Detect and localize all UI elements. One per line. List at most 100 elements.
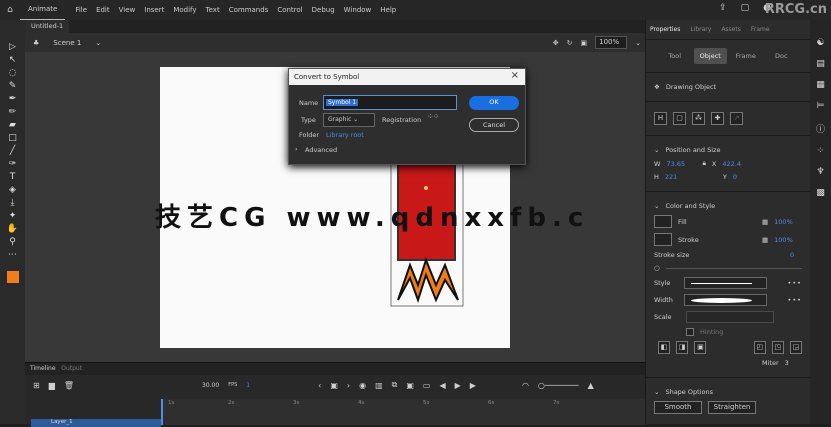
line-tool-icon[interactable]: ╱ [10, 146, 15, 156]
share-icon[interactable]: ⇪ [719, 3, 727, 13]
new-layer-icon[interactable]: ⊞ [33, 381, 40, 390]
segment-object[interactable]: Object [693, 48, 727, 64]
width-value[interactable]: 73.65 [666, 160, 696, 168]
menu-window[interactable]: Window [344, 6, 372, 14]
chevron-down-icon[interactable]: ⌄ [635, 39, 641, 47]
hinting-checkbox[interactable] [686, 328, 694, 336]
join-icon[interactable]: ◰ [753, 341, 766, 354]
flip-vertical-icon[interactable]: ▢ [673, 112, 686, 125]
frame-ruler[interactable]: 1s 2s 3s 4s 5s 6s 7s [161, 399, 645, 425]
menu-control[interactable]: Control [277, 6, 302, 14]
scene-name[interactable]: Scene 1 [53, 39, 81, 47]
layer-row[interactable]: Layer_1 [31, 419, 161, 427]
miter-value[interactable]: 3 [785, 359, 789, 367]
zoom-out-icon[interactable]: ◠ [522, 381, 529, 390]
more-icon[interactable]: ⋯ [8, 250, 17, 260]
app-tab[interactable]: Animate [20, 0, 66, 20]
selected-shape[interactable] [390, 160, 465, 310]
break-apart-icon[interactable]: ⁂ [692, 112, 705, 125]
menu-insert[interactable]: Insert [144, 6, 164, 14]
tab-output[interactable]: Output [61, 365, 82, 372]
pen-icon[interactable]: ✑ [9, 159, 17, 169]
type-select[interactable]: Graphic ⌄ [323, 113, 375, 127]
menu-debug[interactable]: Debug [312, 6, 335, 14]
name-input[interactable]: Symbol 1 [323, 95, 457, 110]
align-icon[interactable]: ▦ [816, 80, 825, 90]
eyedropper-icon[interactable]: ⤓ [11, 198, 15, 208]
keyframe-icon[interactable]: ▣ [330, 381, 338, 390]
menu-commands[interactable]: Commands [229, 6, 269, 14]
brush-tool-icon[interactable]: ✎ [9, 81, 17, 91]
center-stage-icon[interactable]: ✥ [553, 39, 559, 47]
flip-horizontal-icon[interactable]: H [654, 112, 667, 125]
tab-properties[interactable]: Properties [650, 26, 680, 33]
folder-icon[interactable]: ▆ [49, 381, 55, 390]
width-select[interactable] [684, 294, 768, 306]
scale-select[interactable] [686, 311, 774, 323]
color-icon[interactable]: ☯ [816, 38, 824, 48]
zoom-tool-icon[interactable]: ⚲ [9, 237, 16, 247]
height-value[interactable]: 221 [665, 173, 717, 181]
timeline-zoom-slider[interactable]: ○─────── [538, 381, 579, 390]
pin-icon[interactable]: ✦ [9, 211, 17, 221]
play-icon[interactable]: ▶ [455, 381, 461, 390]
loop-icon[interactable]: ▭ [423, 381, 431, 390]
edit-multiple-icon[interactable]: ▥ [375, 381, 383, 390]
chevron-down-icon[interactable]: ⌄ [95, 39, 101, 47]
playhead[interactable] [161, 399, 163, 425]
menu-edit[interactable]: Edit [96, 6, 110, 14]
menu-view[interactable]: View [119, 6, 136, 14]
fps-value[interactable]: 30.00 [202, 382, 219, 389]
y-value[interactable]: 0 [733, 173, 737, 181]
menu-text[interactable]: Text [206, 6, 220, 14]
stroke-size[interactable]: 0 [790, 251, 794, 259]
stroke-size-slider[interactable]: ○ [654, 264, 660, 272]
straighten-button[interactable]: Straighten [708, 401, 756, 414]
zoom-in-icon[interactable]: ▲ [588, 381, 594, 390]
segment-frame[interactable]: Frame [729, 48, 763, 64]
subselect-tool-icon[interactable]: ↖ [9, 55, 17, 65]
tab-assets[interactable]: Assets [721, 26, 741, 33]
lasso-tool-icon[interactable]: ◌ [9, 68, 17, 78]
segment-tool[interactable]: Tool [658, 48, 692, 64]
convert-icon[interactable]: ✚ [711, 112, 724, 125]
tab-library[interactable]: Library [690, 26, 711, 33]
menu-file[interactable]: File [75, 6, 87, 14]
lock-icon[interactable]: 🔒︎ [702, 159, 705, 168]
rectangle-tool-icon[interactable]: □ [8, 133, 17, 143]
paint-bucket-icon[interactable]: ◈ [9, 185, 16, 195]
onion-skin-icon[interactable]: ◉ [359, 381, 366, 390]
pencil-tool-icon[interactable]: ✏ [9, 107, 17, 117]
pen-tool-icon[interactable]: ✒ [9, 94, 17, 104]
delete-icon[interactable]: 🗑︎ [64, 381, 74, 390]
ok-button[interactable]: OK [469, 96, 519, 110]
fill-color-swatch[interactable] [6, 271, 19, 283]
menu-help[interactable]: Help [380, 6, 396, 14]
insert-icon[interactable]: ▣ [406, 381, 414, 390]
document-tab[interactable]: Untitled-1 [25, 20, 70, 33]
code-snippets-icon[interactable]: ▩ [816, 188, 825, 198]
window-icon[interactable]: ▢ [741, 3, 750, 13]
eraser-tool-icon[interactable]: ▰ [9, 120, 16, 130]
swatches-icon[interactable]: ▤ [816, 59, 825, 69]
selection-tool-icon[interactable]: ▷ [9, 42, 16, 52]
menu-modify[interactable]: Modify [173, 6, 196, 14]
fill-opacity[interactable]: 100% [774, 218, 793, 226]
components-icon[interactable]: ♆ [816, 167, 824, 177]
join-icon[interactable]: ◲ [789, 341, 803, 354]
next-keyframe-icon[interactable]: › [347, 381, 350, 390]
frame-number[interactable]: 1 [246, 382, 250, 389]
cancel-button[interactable]: Cancel [469, 118, 519, 132]
tab-frame[interactable]: Frame [751, 26, 770, 33]
stroke-opacity[interactable]: 100% [774, 236, 793, 244]
x-value[interactable]: 422.4 [722, 160, 741, 168]
style-select[interactable] [684, 277, 768, 289]
home-icon[interactable]: ⌂ [0, 5, 20, 15]
tween-icon[interactable]: ⧉ [392, 380, 398, 390]
close-icon[interactable]: × [511, 70, 519, 81]
registration-grid-icon[interactable]: ⁘⁘ [427, 112, 439, 121]
step-back-icon[interactable]: ◀ [439, 381, 445, 390]
more-icon[interactable]: ••• [787, 279, 802, 287]
hand-tool-icon[interactable]: ✋ [7, 224, 18, 234]
advanced-toggle[interactable]: Advanced [305, 146, 337, 154]
